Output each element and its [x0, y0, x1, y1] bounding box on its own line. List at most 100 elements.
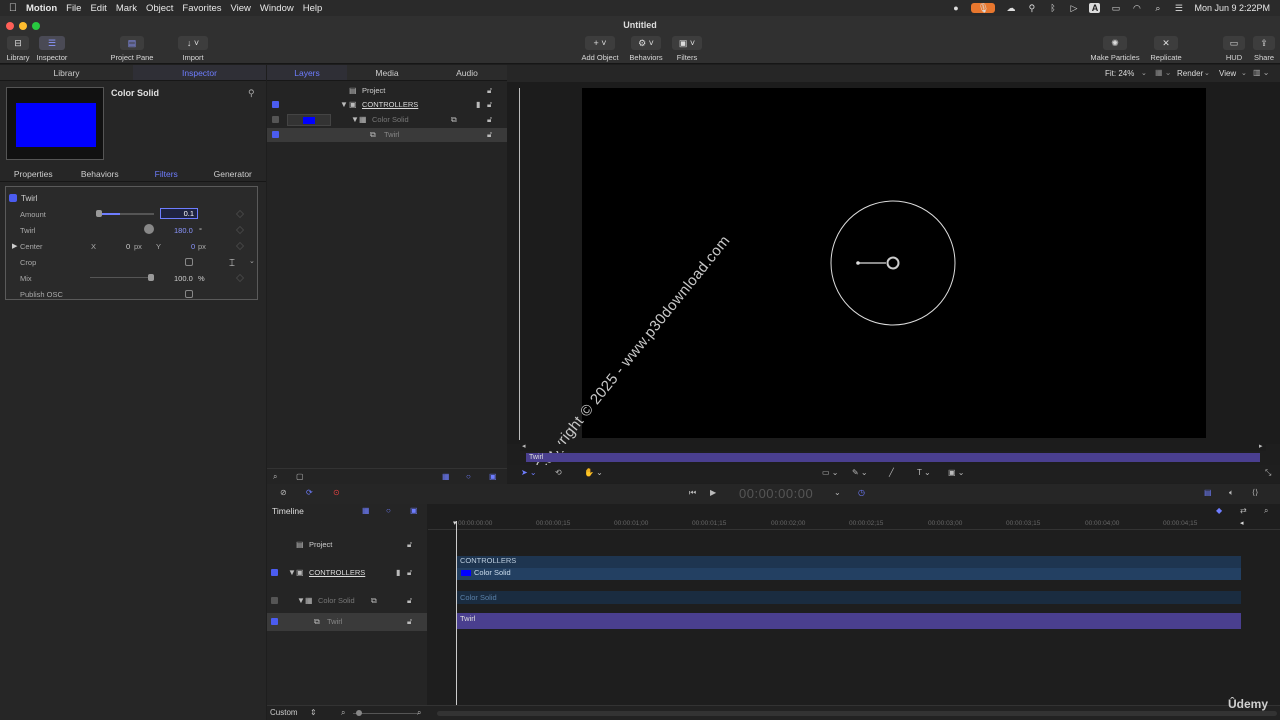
twirl-dial[interactable] — [144, 224, 154, 234]
tab-library[interactable]: Library — [0, 65, 133, 80]
zoom-in-icon[interactable]: ⌕ — [417, 708, 421, 718]
layer-project-row[interactable]: ▤ Project 🔓︎ — [267, 84, 507, 98]
play-icon[interactable]: ▶ — [710, 488, 716, 497]
timeline-zoom-slider[interactable] — [353, 710, 419, 716]
project-pane-button[interactable]: ▤ Project Pane — [106, 36, 158, 62]
select-tool-icon[interactable]: ➤ ⌄ — [521, 468, 537, 477]
menu-view[interactable]: View — [231, 3, 260, 14]
menu-clock[interactable]: Mon Jun 9 2:22PM — [1194, 3, 1270, 13]
pin-icon[interactable]: ⚲ — [248, 88, 255, 99]
layout-icon[interactable]: ▥ ⌄ — [1253, 68, 1269, 77]
add-group-icon[interactable]: ▦ — [442, 472, 450, 481]
group-type-icon[interactable]: ▮ — [476, 100, 480, 109]
filter-enable-checkbox[interactable] — [9, 194, 17, 202]
amount-slider[interactable] — [96, 210, 154, 217]
add-filter-icon[interactable]: ▣ — [410, 506, 418, 515]
timeline-scrollbar[interactable] — [437, 711, 1277, 716]
mix-slider[interactable] — [90, 274, 154, 281]
add-object-button[interactable]: + ˅ Add Object — [578, 36, 622, 62]
mix-keyframe-button[interactable] — [235, 273, 245, 283]
tab-generator[interactable]: Generator — [200, 166, 267, 181]
view-menu[interactable]: View — [1219, 69, 1236, 78]
filter-stack-icon[interactable]: ⧉ — [371, 596, 377, 606]
record-icon[interactable]: ● — [950, 3, 961, 13]
mini-timeline-bar[interactable]: Twirl — [526, 453, 1260, 462]
paint-stroke-icon[interactable]: ╱ — [889, 468, 894, 477]
input-source-icon[interactable]: A — [1089, 3, 1101, 13]
chevron-down-icon[interactable]: ⌄ — [1204, 69, 1210, 77]
timeline-row-color-solid[interactable]: ▼ ▦ Color Solid ⧉ 🔓︎ — [267, 592, 427, 610]
timeline-color-solid-checkbox[interactable] — [271, 597, 278, 604]
thumbnail-toggle-icon[interactable]: ▢ — [296, 472, 304, 481]
lock-icon[interactable]: 🔓︎ — [407, 596, 412, 606]
keyframe-nav-icon[interactable]: ◆ — [1216, 506, 1222, 515]
layer-controllers-checkbox[interactable] — [272, 101, 279, 108]
add-behavior-icon[interactable]: ○ — [466, 472, 471, 481]
chevron-down-icon[interactable]: ⌄ — [1241, 69, 1247, 77]
menu-app[interactable]: Motion — [26, 3, 66, 14]
amount-keyframe-button[interactable] — [235, 209, 245, 219]
lock-icon[interactable]: 🔓︎ — [487, 100, 492, 110]
menu-edit[interactable]: Edit — [90, 3, 115, 14]
play-range-start-icon[interactable]: ◂ — [522, 442, 526, 450]
twirl-value[interactable]: 180.0 — [174, 226, 193, 235]
layer-twirl-checkbox[interactable] — [272, 131, 279, 138]
creative-cloud-icon[interactable]: ☁ — [1005, 3, 1016, 13]
menu-file[interactable]: File — [66, 3, 90, 14]
pin-icon[interactable]: ⚲ — [1026, 3, 1037, 13]
chevron-down-icon[interactable]: ⌄ — [834, 488, 841, 497]
mix-value[interactable]: 100.0 — [174, 274, 193, 283]
fullscreen-icon[interactable]: ⤡ — [1265, 468, 1271, 478]
tab-properties[interactable]: Properties — [0, 166, 67, 181]
mute-icon[interactable]: ⊘ — [280, 488, 287, 497]
publish-osc-checkbox[interactable] — [185, 290, 193, 298]
zoom-slider-thumb[interactable] — [356, 710, 362, 716]
zoom-icon[interactable]: ⌕ — [1264, 506, 1268, 516]
apple-icon[interactable]:  — [0, 2, 26, 14]
layer-color-solid-row[interactable]: ▼ ▦ Color Solid ⧉ 🔓︎ — [267, 113, 507, 127]
share-button[interactable]: ⇪ Share — [1252, 36, 1276, 62]
group-type-icon[interactable]: ▮ — [396, 568, 400, 577]
disclosure-open-icon[interactable]: ▼ — [340, 100, 348, 109]
tab-inspector[interactable]: Inspector — [133, 65, 266, 80]
control-center-icon[interactable]: ☰ — [1173, 3, 1184, 13]
replicate-button[interactable]: ✕ Replicate — [1148, 36, 1184, 62]
add-group-icon[interactable]: ▦ — [362, 506, 370, 515]
canvas[interactable] — [582, 88, 1206, 438]
keyframe-editor-icon[interactable]: ⟨⟩ — [1252, 488, 1258, 497]
render-menu[interactable]: Render — [1177, 69, 1203, 78]
filters-button[interactable]: ▣ ˅ Filters — [670, 36, 704, 62]
add-filter-icon[interactable]: ▣ — [489, 472, 497, 481]
shape-tool-icon[interactable]: ▭ ⌄ — [822, 468, 838, 477]
timing-icon[interactable]: ◷ — [858, 488, 865, 497]
microphone-icon[interactable]: 🎙 — [971, 3, 996, 13]
inspector-button[interactable]: ☰ Inspector — [34, 36, 70, 62]
menu-object[interactable]: Object — [146, 3, 182, 14]
timeline-controllers-checkbox[interactable] — [271, 569, 278, 576]
play-circle-icon[interactable]: ▷ — [1068, 3, 1079, 13]
disclosure-open-icon[interactable]: ▼ — [351, 115, 359, 124]
loop-icon[interactable]: ⟳ — [306, 488, 313, 497]
zoom-preset-menu[interactable]: Custom — [270, 708, 298, 717]
menu-mark[interactable]: Mark — [116, 3, 146, 14]
add-behavior-icon[interactable]: ○ — [386, 506, 391, 515]
mix-slider-thumb[interactable] — [148, 274, 154, 281]
import-button[interactable]: ↓ ˅ Import — [176, 36, 210, 62]
mask-tool-icon[interactable]: ▣ ⌄ — [948, 468, 964, 477]
lock-icon[interactable]: 🔓︎ — [487, 130, 492, 140]
layer-twirl-row[interactable]: ⧉ Twirl 🔓︎ — [267, 128, 507, 142]
lock-icon[interactable]: 🔓︎ — [407, 617, 412, 627]
center-x-value[interactable]: 0 — [126, 242, 130, 251]
zoom-out-icon[interactable]: ⌕ — [341, 708, 345, 718]
timeline-toggle-icon[interactable]: ▤ — [1204, 488, 1212, 497]
fit-zoom-menu[interactable]: Fit: 24% — [1105, 69, 1134, 78]
text-tool-icon[interactable]: T ⌄ — [917, 468, 931, 477]
search-icon[interactable]: ⌕ — [273, 472, 277, 482]
twirl-onscreen-control[interactable] — [582, 88, 1206, 438]
layer-controllers-row[interactable]: ▼ ▣ CONTROLLERS ▮ 🔓︎ — [267, 98, 507, 112]
lock-icon[interactable]: 🔓︎ — [407, 568, 412, 578]
lock-icon[interactable]: 🔓︎ — [407, 540, 412, 550]
tab-layers[interactable]: Layers — [267, 65, 347, 80]
play-range-end-icon[interactable]: ◂ — [1240, 519, 1244, 527]
timeline-bar-color-solid-inner[interactable]: Color Solid — [457, 568, 1241, 580]
